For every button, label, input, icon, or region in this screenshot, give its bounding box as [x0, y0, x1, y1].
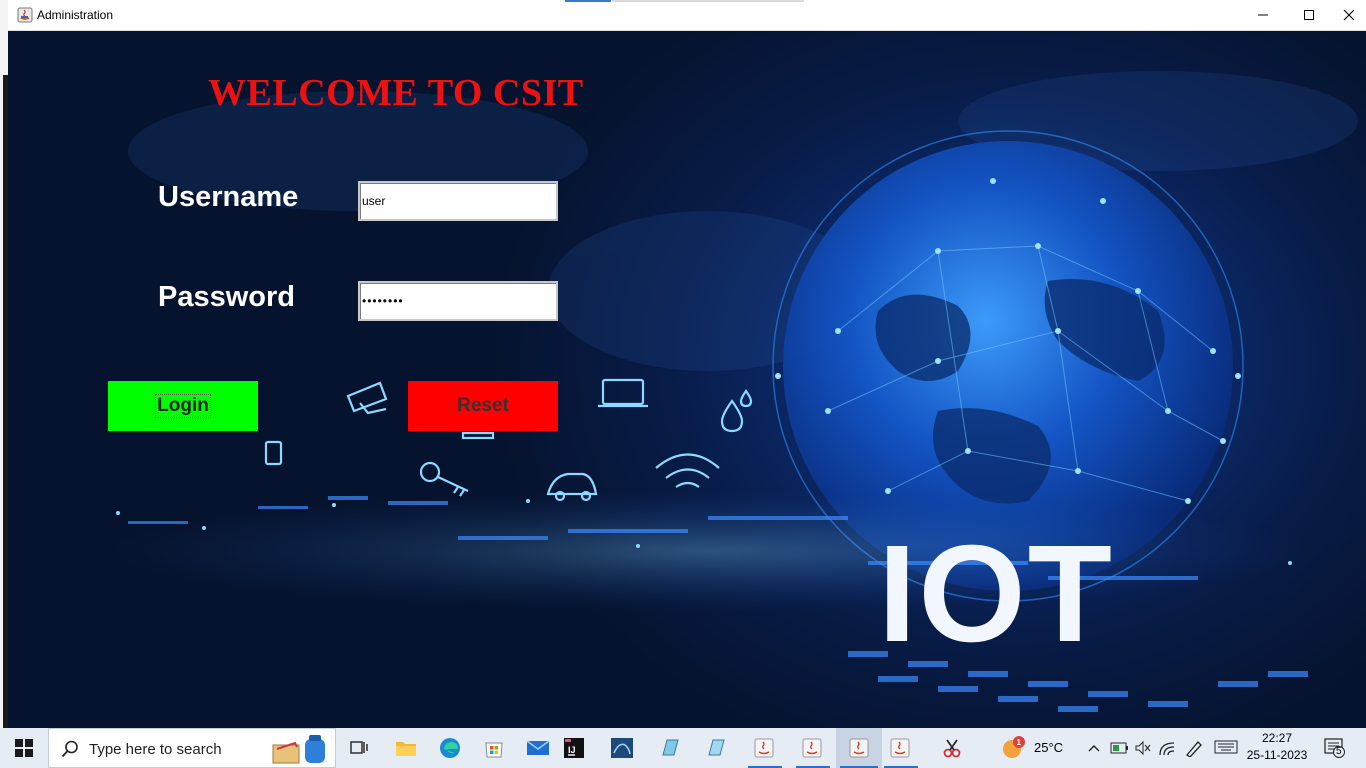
close-icon: [1343, 9, 1355, 21]
notification-count: 5: [1336, 746, 1342, 757]
window-title: Administration: [37, 8, 114, 22]
keyboard-icon[interactable]: [1214, 740, 1238, 754]
java-app-icon: [17, 7, 33, 23]
taskbar-snipping-tool[interactable]: [930, 728, 974, 768]
maximize-icon: [1304, 10, 1314, 20]
clock-time: 22:27: [1261, 731, 1293, 745]
snipping-tool-icon: [943, 739, 961, 758]
username-field[interactable]: user: [358, 181, 558, 221]
taskbar-java-3[interactable]: [836, 728, 882, 768]
mysql-workbench-icon: [611, 738, 633, 758]
iot-background-illustration: IOT: [108, 71, 1358, 712]
username-value: user: [362, 194, 386, 208]
clock-date: 25-11-2023: [1246, 748, 1308, 762]
store-icon: [485, 742, 503, 758]
water-drop-icon: [720, 389, 753, 433]
weather-icon: 1: [1003, 736, 1025, 758]
welcome-heading: WELCOME TO CSIT: [208, 72, 584, 114]
taskbar-java-1[interactable]: [742, 728, 786, 768]
taskbar: Type here to search IJ 1 25°C 22:27 25-1…: [0, 728, 1366, 768]
taskbar-notepad-1[interactable]: [648, 728, 692, 768]
mail-icon: [526, 740, 550, 755]
notification-icon[interactable]: [1324, 738, 1346, 758]
minimize-icon: [1258, 14, 1268, 16]
search-placeholder: Type here to search: [89, 741, 222, 758]
iot-banner: IOT: [878, 517, 1114, 671]
taskbar-edge[interactable]: [428, 728, 472, 768]
login-panel: IOT WELCOME TO CSIT Username user Passwo…: [8, 31, 1366, 728]
camera-icon: [346, 381, 388, 415]
taskbar-file-explorer[interactable]: [384, 728, 428, 768]
edge-icon: [440, 738, 460, 758]
taskbar-notepad-2[interactable]: [694, 728, 738, 768]
desktop-edge: [0, 0, 8, 728]
taskbar-store[interactable]: [472, 728, 516, 768]
svg-text:1: 1: [1017, 738, 1022, 747]
java-icon: [849, 738, 869, 758]
taskbar-java-4[interactable]: [878, 728, 922, 768]
phone-icon: [264, 440, 283, 466]
login-button-label: Login: [155, 394, 211, 418]
maximize-button[interactable]: [1286, 0, 1332, 30]
login-button[interactable]: Login: [108, 381, 258, 431]
java-icon: [754, 738, 774, 758]
reset-button[interactable]: Reset: [408, 381, 558, 431]
folder-icon: [396, 742, 416, 756]
reset-button-label: Reset: [457, 395, 509, 416]
search-box[interactable]: Type here to search: [48, 728, 336, 768]
java-icon: [890, 738, 910, 758]
search-icon: [61, 740, 78, 758]
password-field[interactable]: ••••••••: [358, 281, 558, 321]
laptop-icon: [598, 378, 648, 408]
title-bar[interactable]: Administration: [8, 0, 1366, 31]
taskbar-mysql-workbench[interactable]: [600, 728, 644, 768]
task-view-button[interactable]: [340, 728, 380, 768]
start-button[interactable]: [0, 728, 48, 768]
username-label: Username: [158, 181, 299, 213]
taskbar-java-2[interactable]: [790, 728, 834, 768]
minimize-button[interactable]: [1240, 0, 1286, 30]
wifi-tray-icon[interactable]: [1158, 739, 1176, 757]
java-icon: [802, 738, 822, 758]
task-view-icon: [350, 741, 368, 754]
windows-icon: [15, 739, 33, 757]
intellij-icon: IJ: [564, 738, 584, 758]
clock[interactable]: 22:27 25-11-2023: [1244, 730, 1310, 764]
pen-icon[interactable]: [1184, 739, 1204, 757]
notepad-icon: [708, 739, 725, 756]
battery-icon[interactable]: [1110, 740, 1130, 756]
wifi-icon: [655, 453, 720, 488]
password-label: Password: [158, 281, 295, 313]
screen: Administration IOT WELCOME TO CSIT Usern…: [0, 0, 1366, 768]
title-accent-2: [612, 0, 804, 2]
weather-temp[interactable]: 25°C: [1034, 740, 1063, 755]
speaker-muted-icon[interactable]: [1134, 740, 1152, 756]
device-icon: [461, 431, 495, 440]
title-accent: [565, 0, 611, 2]
chevron-up-icon[interactable]: [1087, 742, 1101, 754]
close-button[interactable]: [1332, 0, 1366, 30]
notepad-icon: [662, 739, 679, 756]
svg-text:IJ: IJ: [568, 745, 576, 755]
password-value: ••••••••: [362, 294, 404, 308]
taskbar-intellij[interactable]: IJ: [552, 728, 596, 768]
search-highlight-icon: [272, 735, 325, 764]
